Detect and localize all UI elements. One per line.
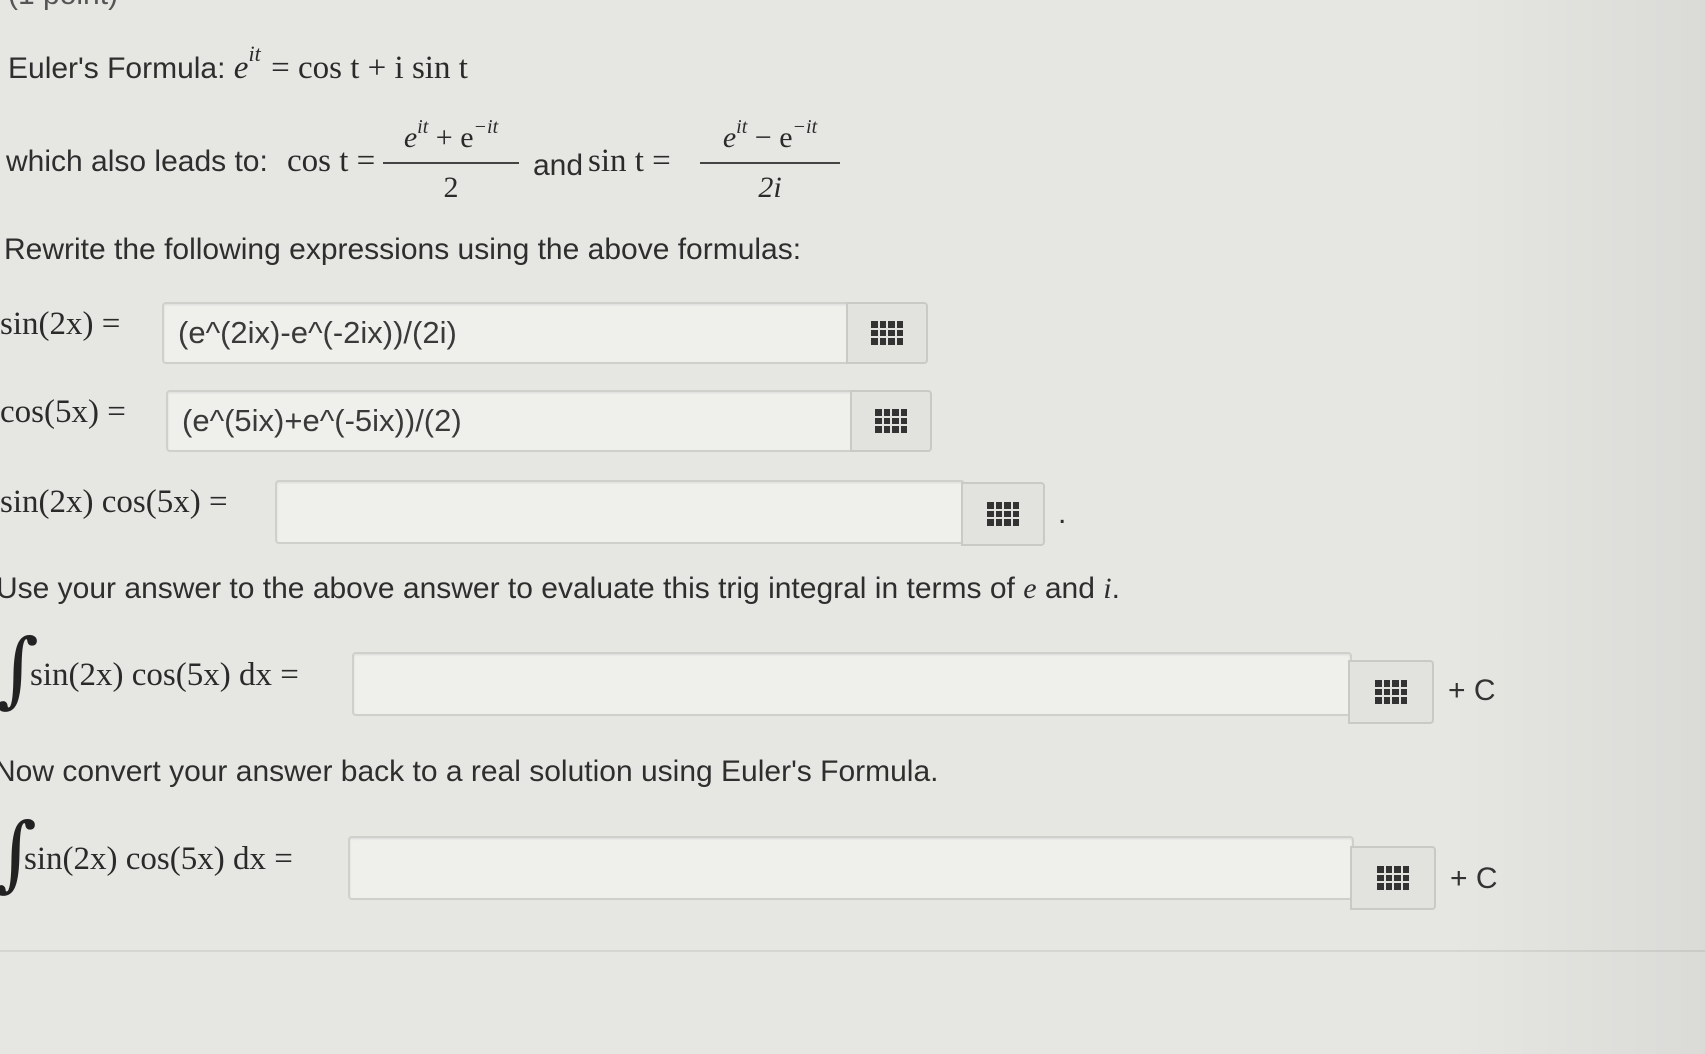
- q1-answer-field[interactable]: (e^(2ix)-e^(-2ix))/(2i): [162, 302, 850, 364]
- derived-prefix: which also leads to:: [6, 145, 268, 178]
- grid-icon: [871, 321, 903, 345]
- rewrite-instruction: Rewrite the following expressions using …: [4, 233, 802, 266]
- sin-fraction: eit − e−it 2i: [700, 116, 840, 208]
- q4-equation-editor-button[interactable]: [1348, 660, 1434, 724]
- euler-rhs: = cos t + i sin t: [271, 50, 468, 86]
- q4-plus-c: + C: [1448, 674, 1496, 707]
- q3-answer-field[interactable]: [275, 480, 965, 544]
- cos-fraction-bar: [383, 162, 519, 164]
- sin-numerator: eit − e−it: [722, 116, 818, 154]
- q2-answer-value[interactable]: (e^(5ix)+e^(-5ix))/(2): [182, 392, 462, 450]
- q5-plus-c: + C: [1450, 862, 1498, 895]
- euler-prefix: Euler's Formula:: [8, 52, 234, 85]
- derived-sin-lhs: sin t =: [588, 143, 671, 179]
- q1-label: sin(2x) =: [0, 306, 121, 342]
- cos-fraction: eit + e−it 2: [383, 116, 519, 208]
- bottom-divider: [0, 950, 1705, 952]
- sin-denominator: 2i: [758, 171, 782, 204]
- q5-equation-editor-button[interactable]: [1350, 846, 1436, 910]
- euler-lhs-base: e: [233, 50, 249, 86]
- q2-answer-field[interactable]: (e^(5ix)+e^(-5ix))/(2): [166, 390, 854, 452]
- derived-cos-lhs: cos t =: [287, 143, 376, 179]
- q2-equation-editor-button[interactable]: [850, 390, 932, 452]
- q5-answer-field[interactable]: [348, 836, 1354, 900]
- euler-lhs-exp: it: [248, 41, 261, 66]
- q4-label: sin(2x) cos(5x) dx =: [30, 657, 299, 693]
- q3-equation-editor-button[interactable]: [961, 482, 1045, 546]
- cos-denominator: 2: [443, 171, 459, 204]
- q3-suffix: .: [1058, 497, 1067, 530]
- problem-page: (1 point) Euler's Formula: eit = cos t +…: [0, 0, 1705, 1054]
- use-answer-instruction: Use your answer to the above answer to e…: [0, 572, 1120, 605]
- grid-icon: [875, 409, 907, 433]
- sin-fraction-bar: [700, 162, 840, 164]
- convert-instruction: Now convert your answer back to a real s…: [0, 755, 939, 788]
- q1-equation-editor-button[interactable]: [846, 302, 928, 364]
- grid-icon: [1377, 866, 1409, 890]
- q2-label: cos(5x) =: [0, 394, 126, 430]
- q1-answer-value[interactable]: (e^(2ix)-e^(-2ix))/(2i): [178, 304, 457, 362]
- euler-formula: Euler's Formula: eit = cos t + i sin t: [8, 41, 468, 87]
- grid-icon: [987, 502, 1019, 526]
- q4-answer-field[interactable]: [352, 652, 1352, 716]
- grid-icon: [1375, 680, 1407, 704]
- derived-and: and: [533, 149, 584, 182]
- points-label: (1 point): [8, 0, 118, 12]
- q3-label: sin(2x) cos(5x) =: [0, 484, 228, 520]
- cos-numerator: eit + e−it: [403, 116, 499, 154]
- q5-label: sin(2x) cos(5x) dx =: [24, 841, 293, 877]
